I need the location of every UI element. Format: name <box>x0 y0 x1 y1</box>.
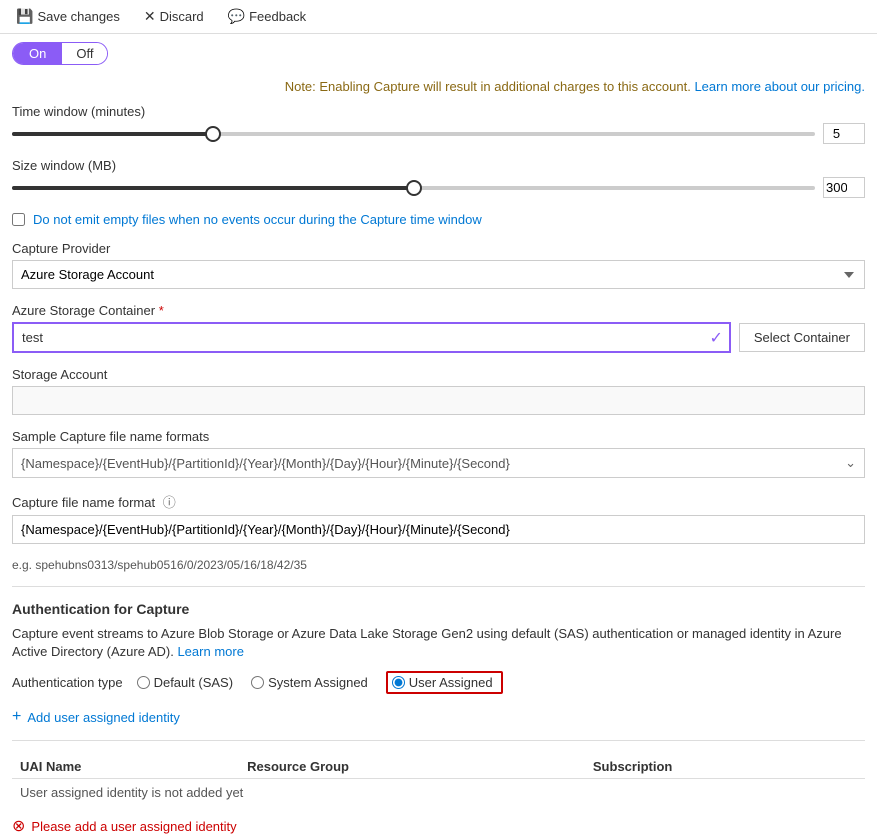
storage-account-section: Storage Account <box>12 367 865 415</box>
size-window-label: Size window (MB) <box>12 158 865 173</box>
save-button[interactable]: 💾 Save changes <box>12 6 124 27</box>
size-window-slider-row <box>12 177 865 198</box>
example-text: e.g. spehubns0313/spehub0516/0/2023/05/1… <box>12 558 865 572</box>
radio-default-sas: Default (SAS) <box>137 675 233 690</box>
container-input-row: ✓ Select Container <box>12 322 865 353</box>
no-empty-files-label[interactable]: Do not emit empty files when no events o… <box>33 212 482 227</box>
time-window-thumb[interactable] <box>205 126 221 142</box>
container-check-icon: ✓ <box>709 328 722 348</box>
radio-user-assigned-label[interactable]: User Assigned <box>409 675 493 690</box>
time-window-value[interactable] <box>823 123 865 144</box>
auth-section: Authentication for Capture Capture event… <box>12 601 865 694</box>
note-banner: Note: Enabling Capture will result in ad… <box>0 73 877 104</box>
col-uai-name: UAI Name <box>12 755 239 779</box>
radio-user-assigned-highlighted: User Assigned <box>386 671 503 694</box>
error-icon: ⊗ <box>12 816 25 836</box>
info-icon: ⓘ <box>163 495 176 510</box>
capture-format-section: Capture file name format ⓘ <box>12 492 865 544</box>
time-window-track[interactable] <box>12 132 815 136</box>
container-input-field[interactable] <box>12 322 731 353</box>
sample-format-display[interactable]: {Namespace}/{EventHub}/{PartitionId}/{Ye… <box>12 448 865 478</box>
pricing-link[interactable]: Learn more about our pricing. <box>694 79 865 94</box>
time-window-section: Time window (minutes) <box>12 104 865 144</box>
no-empty-files-checkbox[interactable] <box>12 213 25 226</box>
time-window-fill <box>12 132 213 136</box>
size-window-value[interactable] <box>823 177 865 198</box>
auth-heading: Authentication for Capture <box>12 601 865 617</box>
discard-icon: ✕ <box>144 8 156 25</box>
uai-empty-message: User assigned identity is not added yet <box>12 779 865 807</box>
radio-user-assigned-input[interactable] <box>392 676 405 689</box>
plus-icon: + <box>12 708 21 726</box>
toggle-off[interactable]: Off <box>62 43 107 64</box>
radio-system-assigned: System Assigned <box>251 675 368 690</box>
capture-format-input[interactable] <box>12 515 865 544</box>
radio-default-sas-input[interactable] <box>137 676 150 689</box>
sample-format-section: Sample Capture file name formats {Namesp… <box>12 429 865 478</box>
size-window-track[interactable] <box>12 186 815 190</box>
size-window-section: Size window (MB) <box>12 158 865 198</box>
uai-table-header: UAI Name Resource Group Subscription <box>12 755 865 779</box>
required-indicator: * <box>159 303 164 318</box>
table-divider <box>12 740 865 741</box>
radio-system-assigned-label[interactable]: System Assigned <box>268 675 368 690</box>
radio-system-assigned-input[interactable] <box>251 676 264 689</box>
time-window-label: Time window (minutes) <box>12 104 865 119</box>
toggle-on[interactable]: On <box>13 43 62 64</box>
feedback-button[interactable]: 💬 Feedback <box>224 6 311 27</box>
size-window-fill <box>12 186 414 190</box>
sample-format-label: Sample Capture file name formats <box>12 429 865 444</box>
auth-type-row: Authentication type Default (SAS) System… <box>12 671 865 694</box>
chevron-down-icon: ⌄ <box>845 455 856 471</box>
error-message: ⊗ Please add a user assigned identity <box>12 816 865 836</box>
capture-provider-label: Capture Provider <box>12 241 865 256</box>
capture-toggle-container: On Off <box>0 34 877 73</box>
on-off-toggle[interactable]: On Off <box>12 42 108 65</box>
storage-account-label: Storage Account <box>12 367 865 382</box>
col-subscription: Subscription <box>585 755 865 779</box>
save-icon: 💾 <box>16 8 33 25</box>
select-container-button[interactable]: Select Container <box>739 323 865 352</box>
uai-header-row: UAI Name Resource Group Subscription <box>12 755 865 779</box>
learn-more-link[interactable]: Learn more <box>177 644 243 659</box>
feedback-icon: 💬 <box>228 8 245 25</box>
capture-provider-section: Capture Provider Azure Storage Account A… <box>12 241 865 289</box>
size-window-thumb[interactable] <box>406 180 422 196</box>
storage-account-input[interactable] <box>12 386 865 415</box>
col-resource-group: Resource Group <box>239 755 585 779</box>
azure-container-section: Azure Storage Container * ✓ Select Conta… <box>12 303 865 353</box>
discard-button[interactable]: ✕ Discard <box>140 6 208 27</box>
time-window-slider-row <box>12 123 865 144</box>
empty-files-checkbox-row: Do not emit empty files when no events o… <box>12 212 865 227</box>
toolbar: 💾 Save changes ✕ Discard 💬 Feedback <box>0 0 877 34</box>
uai-table: UAI Name Resource Group Subscription Use… <box>12 755 865 806</box>
error-text: Please add a user assigned identity <box>31 819 236 834</box>
main-content: Time window (minutes) Size window (MB) D… <box>0 104 877 836</box>
capture-provider-select[interactable]: Azure Storage Account Azure Data Lake St… <box>12 260 865 289</box>
section-divider <box>12 586 865 587</box>
auth-type-label: Authentication type <box>12 675 123 690</box>
auth-description: Capture event streams to Azure Blob Stor… <box>12 625 865 661</box>
add-identity-link[interactable]: + Add user assigned identity <box>12 708 865 726</box>
radio-default-sas-label[interactable]: Default (SAS) <box>154 675 233 690</box>
uai-empty-row: User assigned identity is not added yet <box>12 779 865 807</box>
azure-container-label: Azure Storage Container * <box>12 303 865 318</box>
capture-format-label: Capture file name format ⓘ <box>12 492 865 511</box>
container-input-wrapper: ✓ <box>12 322 731 353</box>
uai-table-body: User assigned identity is not added yet <box>12 779 865 807</box>
